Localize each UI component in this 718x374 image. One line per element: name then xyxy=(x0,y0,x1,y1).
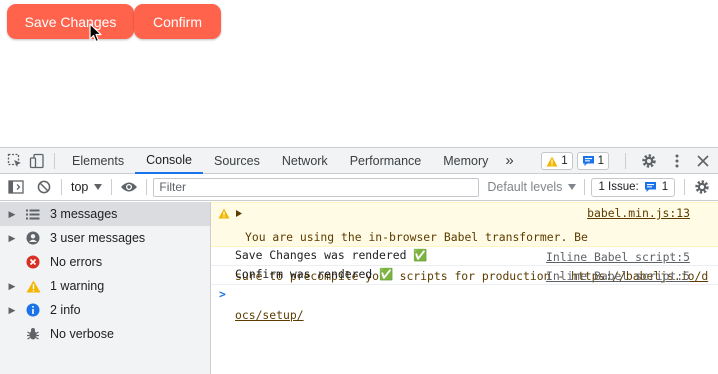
sidebar-item-info[interactable]: ▶ 2 info xyxy=(0,298,210,322)
divider xyxy=(54,152,55,169)
log-text: Save Changes was rendered ✅ xyxy=(235,248,428,262)
expand-arrow-icon[interactable]: ▶ xyxy=(0,305,24,316)
console-body: ▶ 3 messages ▶ 3 user messages No errors xyxy=(0,202,718,374)
context-selector[interactable]: top xyxy=(68,180,105,194)
issues-count: 1 xyxy=(661,181,669,193)
warning-icon xyxy=(546,156,558,166)
issues-label: 1 Issue: xyxy=(598,181,639,193)
warning-text-line1: You are using the in-browser Babel trans… xyxy=(245,230,588,244)
console-messages: You are using the in-browser Babel trans… xyxy=(211,202,718,374)
kebab-menu-icon[interactable] xyxy=(666,150,688,172)
warning-source-link[interactable]: babel.min.js:13 xyxy=(587,206,690,220)
sidebar-item-label: 3 messages xyxy=(50,207,118,221)
settings-gear-icon[interactable] xyxy=(638,150,660,172)
close-icon[interactable] xyxy=(692,150,714,172)
sidebar-item-user-messages[interactable]: ▶ 3 user messages xyxy=(0,226,210,250)
console-log-message[interactable]: Save Changes was rendered ✅ Inline Babel… xyxy=(211,247,718,266)
list-icon xyxy=(24,205,42,223)
sidebar-item-label: No verbose xyxy=(50,327,114,341)
divider xyxy=(146,179,148,195)
console-settings-gear-icon[interactable] xyxy=(691,176,713,198)
sidebar-item-label: 1 warning xyxy=(50,279,105,293)
tab-sources[interactable]: Sources xyxy=(203,148,271,174)
prompt-chevron-icon: > xyxy=(219,287,226,301)
log-source-link[interactable]: Inline Babel script:5 xyxy=(546,269,690,283)
tab-network[interactable]: Network xyxy=(271,148,339,174)
bug-icon xyxy=(24,325,42,343)
log-levels-dropdown[interactable]: Default levels xyxy=(487,180,577,194)
tab-console[interactable]: Console xyxy=(135,147,203,174)
tab-memory[interactable]: Memory xyxy=(432,148,499,174)
divider xyxy=(61,179,62,195)
dropdown-arrow-icon xyxy=(94,184,103,190)
log-text: Confirm was rendered ✅ xyxy=(235,267,394,281)
filter-input[interactable] xyxy=(153,177,480,197)
confirm-button[interactable]: Confirm xyxy=(134,4,221,39)
messages-count: 1 xyxy=(597,155,604,167)
error-icon xyxy=(24,253,42,271)
console-sidebar: ▶ 3 messages ▶ 3 user messages No errors xyxy=(0,202,211,374)
warnings-count: 1 xyxy=(561,155,568,167)
tab-elements[interactable]: Elements xyxy=(61,148,135,174)
devtools-tabbar: Elements Console Sources Network Perform… xyxy=(0,147,718,174)
sidebar-item-warnings[interactable]: ▶ 1 warning xyxy=(0,274,210,298)
sidebar-item-verbose[interactable]: No verbose xyxy=(0,322,210,346)
warning-icon xyxy=(24,277,42,295)
inspect-element-icon[interactable] xyxy=(4,150,26,172)
issues-button[interactable]: 1 Issue: 1 xyxy=(591,177,676,197)
user-icon xyxy=(24,229,42,247)
sidebar-item-label: 2 info xyxy=(50,303,81,317)
save-changes-button[interactable]: Save Changes xyxy=(7,4,134,39)
show-sidebar-icon[interactable] xyxy=(5,176,27,198)
warnings-badge[interactable]: 1 xyxy=(541,152,573,170)
divider xyxy=(111,179,113,195)
mouse-cursor-icon xyxy=(89,23,102,43)
message-icon xyxy=(644,182,656,192)
expand-arrow-icon[interactable] xyxy=(236,210,242,217)
checkmark-emoji-icon: ✅ xyxy=(413,248,428,262)
log-levels-label: Default levels xyxy=(487,180,563,194)
console-log-message[interactable]: Confirm was rendered ✅ Inline Babel scri… xyxy=(211,266,718,285)
dropdown-arrow-icon xyxy=(568,184,577,190)
sidebar-item-errors[interactable]: No errors xyxy=(0,250,210,274)
console-toolbar: top Default levels 1 Issue: 1 xyxy=(0,174,718,201)
messages-badge[interactable]: 1 xyxy=(576,152,609,170)
info-icon xyxy=(24,301,42,319)
divider xyxy=(684,179,686,195)
clear-console-icon[interactable] xyxy=(33,176,55,198)
checkmark-emoji-icon: ✅ xyxy=(379,267,394,281)
live-expression-eye-icon[interactable] xyxy=(118,176,140,198)
sidebar-item-label: No errors xyxy=(50,255,103,269)
tab-performance[interactable]: Performance xyxy=(339,148,433,174)
devtools-panel: Elements Console Sources Network Perform… xyxy=(0,147,718,374)
console-warning-message[interactable]: You are using the in-browser Babel trans… xyxy=(211,202,718,322)
context-label: top xyxy=(71,180,89,194)
divider xyxy=(584,179,586,195)
expand-arrow-icon[interactable]: ▶ xyxy=(0,209,24,220)
expand-arrow-icon[interactable]: ▶ xyxy=(0,281,24,292)
divider xyxy=(625,153,626,169)
babel-docs-link-cont[interactable]: ocs/setup/ xyxy=(235,309,708,322)
sidebar-item-label: 3 user messages xyxy=(50,231,146,245)
sidebar-item-messages[interactable]: ▶ 3 messages xyxy=(0,202,210,226)
expand-arrow-icon[interactable]: ▶ xyxy=(0,233,24,244)
more-tabs-icon[interactable]: » xyxy=(499,148,519,174)
log-source-link[interactable]: Inline Babel script:5 xyxy=(546,250,690,264)
warning-icon xyxy=(218,208,230,219)
message-icon xyxy=(582,156,594,166)
device-toolbar-icon[interactable] xyxy=(26,150,48,172)
page-viewport: Save Changes Confirm xyxy=(0,0,718,147)
